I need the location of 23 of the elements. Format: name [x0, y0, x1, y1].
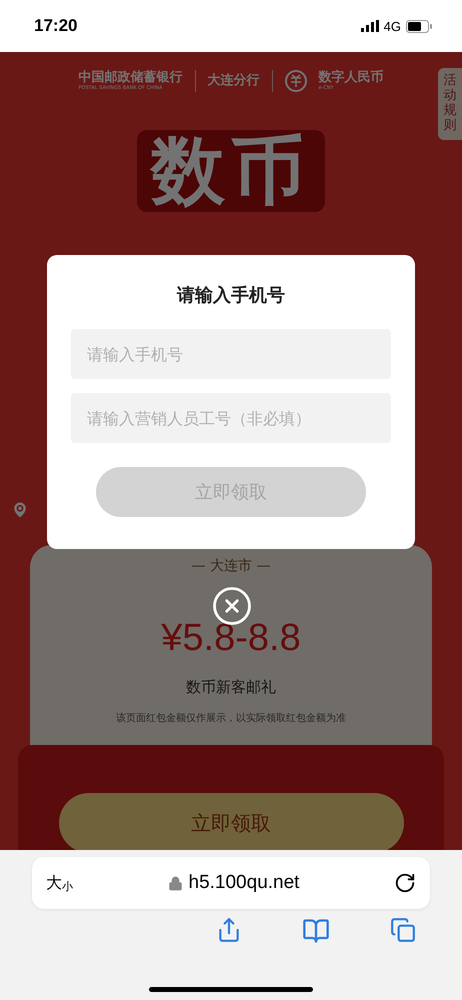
tabs-icon[interactable] — [390, 917, 416, 943]
coin-logo-icon — [284, 70, 306, 92]
disclaimer-note: 该页面红包金额仅作展示，以实际领取红包金额为准 — [116, 712, 346, 725]
input-field[interactable]: 请输入营销人员工号（非必填） — [71, 393, 391, 443]
rules-tab[interactable]: 活动规则 — [438, 68, 462, 140]
input-field[interactable]: 请输入手机号 — [71, 329, 391, 379]
branch-name: 大连分行 — [208, 74, 260, 88]
signal-icon — [360, 20, 379, 32]
hero-title: 数币 — [137, 130, 325, 212]
reload-icon[interactable] — [394, 872, 416, 894]
status-time: 17:20 — [34, 16, 78, 36]
network-type: 4G — [384, 18, 401, 34]
lock-icon — [168, 876, 183, 890]
bookmarks-icon[interactable] — [302, 917, 330, 945]
bank-name: 中国邮政储蓄银行 — [78, 70, 182, 85]
reward-amount: ¥5.8-8.8 — [161, 617, 301, 660]
url-text: h5.100qu.net — [188, 872, 300, 894]
dialog-title: 请输入手机号 — [177, 284, 285, 307]
reward-title: 数币新客邮礼 — [186, 678, 276, 697]
ecny-name: 数字人民币 — [318, 70, 384, 85]
city-label: — 大连市 — — [192, 557, 270, 575]
claim-button[interactable]: 立即领取 — [58, 793, 404, 850]
battery-icon — [406, 20, 432, 32]
